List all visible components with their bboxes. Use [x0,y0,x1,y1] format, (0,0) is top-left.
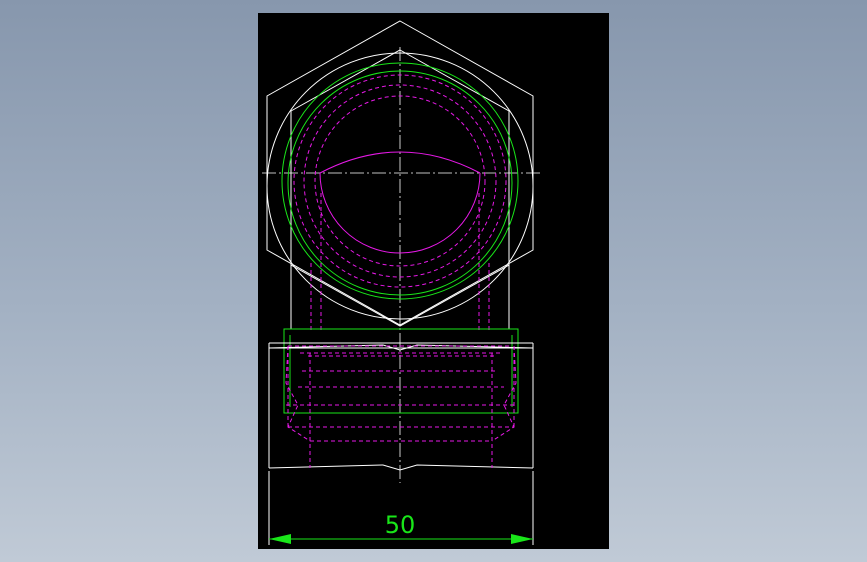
dimension-label: 50 [385,511,416,539]
dimension-50: 50 [268,471,534,545]
cad-viewport[interactable]: 50 [258,13,609,549]
hidden-lower-details [285,345,517,468]
dimension-arrow-right [511,534,533,544]
dimension-arrow-left [269,534,291,544]
cad-drawing: 50 [262,20,540,545]
lower-body [268,342,534,471]
